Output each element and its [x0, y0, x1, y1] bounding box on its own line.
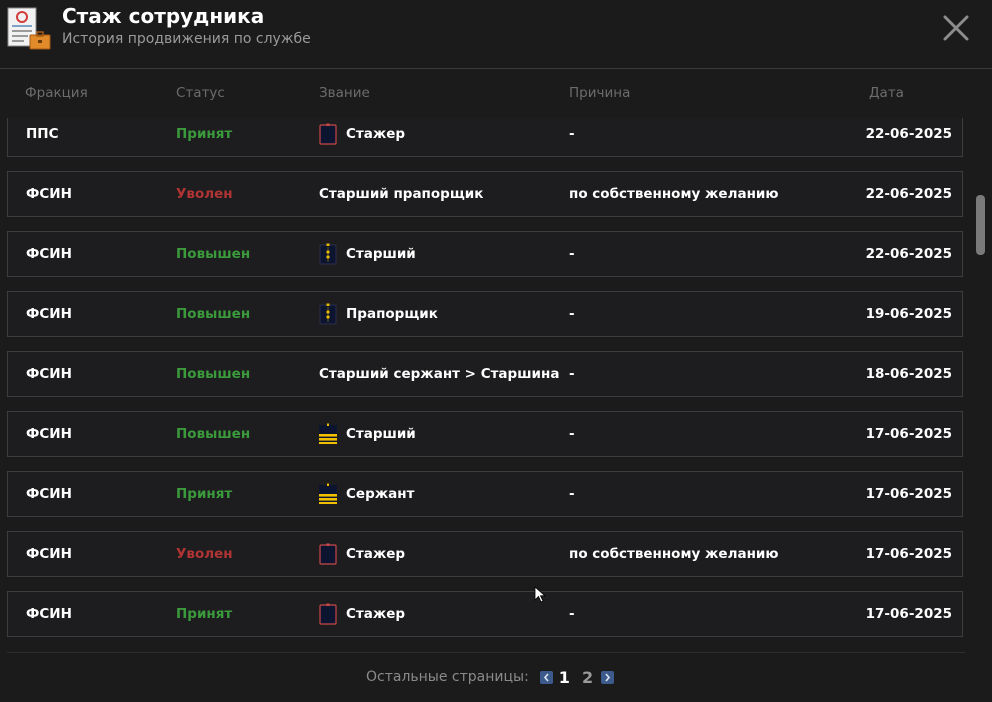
- date-cell: 22-06-2025: [865, 126, 952, 142]
- rank-cell: Старший сержант > Старшина: [319, 352, 559, 396]
- status-cell: Повышен: [176, 426, 251, 442]
- mouse-cursor-icon: [534, 586, 546, 603]
- table-row: ФСИН Повышен Прапорщик - 19-06-2025: [7, 291, 963, 337]
- status-cell: Повышен: [176, 246, 251, 262]
- rank-label: Старший прапорщик: [319, 186, 484, 202]
- table-row: ППС Принят Стажер - 22-06-2025: [7, 118, 963, 157]
- rank-label: Стажер: [346, 606, 406, 622]
- table-row: ФСИН Повышен Старший - 17-06-2025: [7, 411, 963, 457]
- date-cell: 22-06-2025: [865, 186, 952, 202]
- rank-cell: Стажер: [319, 118, 405, 156]
- document-briefcase-icon: [7, 7, 51, 50]
- page-title: Стаж сотрудника: [62, 4, 265, 28]
- status-cell: Повышен: [176, 366, 251, 382]
- table-row: ФСИН Уволен Старший прапорщик по собстве…: [7, 171, 963, 217]
- page-number-current[interactable]: 1: [559, 668, 570, 687]
- stripes-epaulette-icon: [319, 483, 337, 504]
- rank-cell: Прапорщик: [319, 292, 438, 336]
- date-cell: 17-06-2025: [865, 486, 952, 502]
- reason-cell: -: [569, 606, 575, 622]
- rank-label: Стажер: [346, 126, 406, 142]
- status-cell: Повышен: [176, 306, 251, 322]
- chevron-right-icon: [605, 672, 611, 682]
- next-page-button[interactable]: [601, 670, 615, 684]
- rank-label: Сержант: [346, 486, 415, 502]
- table-row: ФСИН Принят Сержант - 17-06-2025: [7, 471, 963, 517]
- modal-header: Стаж сотрудника История продвижения по с…: [0, 0, 992, 69]
- faction-cell: ФСИН: [26, 426, 72, 442]
- reason-cell: -: [569, 306, 575, 322]
- rank-cell: Старший: [319, 412, 416, 456]
- column-headers: Фракция Статус Звание Причина Дата: [0, 85, 992, 105]
- rank-cell: Стажер: [319, 592, 405, 636]
- faction-cell: ФСИН: [26, 366, 72, 382]
- page-number-2[interactable]: 2: [582, 668, 593, 687]
- date-cell: 17-06-2025: [865, 426, 952, 442]
- rank-cell: Сержант: [319, 472, 414, 516]
- faction-cell: ФСИН: [26, 186, 72, 202]
- footer-divider: [7, 652, 965, 653]
- star-epaulette-icon: [319, 303, 337, 325]
- date-cell: 18-06-2025: [865, 366, 952, 382]
- rank-cell: Стажер: [319, 532, 405, 576]
- rank-label: Старший сержант > Старшина: [319, 366, 560, 382]
- status-cell: Принят: [176, 486, 233, 502]
- pagination-label: Остальные страницы:: [366, 669, 529, 685]
- scrollbar-thumb[interactable]: [976, 195, 985, 255]
- status-cell: Уволен: [176, 546, 233, 562]
- date-cell: 17-06-2025: [865, 606, 952, 622]
- reason-cell: -: [569, 426, 575, 442]
- faction-cell: ППС: [26, 126, 59, 142]
- column-header-reason: Причина: [569, 85, 631, 101]
- rank-label: Прапорщик: [346, 306, 438, 322]
- history-list[interactable]: ППС Принят Стажер - 22-06-2025 ФСИН Увол…: [0, 118, 992, 652]
- trainee-epaulette-icon: [319, 603, 337, 625]
- faction-cell: ФСИН: [26, 246, 72, 262]
- rank-cell: Старший: [319, 232, 416, 276]
- close-icon[interactable]: [942, 14, 970, 42]
- reason-cell: по собственному желанию: [569, 546, 779, 562]
- table-row: ФСИН Повышен Старший сержант > Старшина …: [7, 351, 963, 397]
- page-subtitle: История продвижения по службе: [62, 31, 311, 47]
- faction-cell: ФСИН: [26, 606, 72, 622]
- reason-cell: -: [569, 126, 575, 142]
- faction-cell: ФСИН: [26, 306, 72, 322]
- rank-label: Старший: [346, 246, 416, 262]
- chevron-left-icon: [543, 672, 549, 682]
- table-row: ФСИН Принят Стажер - 17-06-2025: [7, 591, 963, 637]
- rank-label: Стажер: [346, 546, 406, 562]
- date-cell: 19-06-2025: [865, 306, 952, 322]
- faction-cell: ФСИН: [26, 486, 72, 502]
- reason-cell: -: [569, 486, 575, 502]
- stripes-epaulette-icon: [319, 423, 337, 444]
- column-header-faction: Фракция: [25, 85, 88, 101]
- rank-cell: Старший прапорщик: [319, 172, 483, 216]
- status-cell: Уволен: [176, 186, 233, 202]
- trainee-epaulette-icon: [319, 123, 337, 145]
- date-cell: 17-06-2025: [865, 546, 952, 562]
- pagination: Остальные страницы: 1 2: [366, 667, 615, 687]
- status-cell: Принят: [176, 606, 233, 622]
- column-header-rank: Звание: [319, 85, 370, 101]
- reason-cell: -: [569, 366, 575, 382]
- star-epaulette-icon: [319, 243, 337, 265]
- faction-cell: ФСИН: [26, 546, 72, 562]
- date-cell: 22-06-2025: [865, 246, 952, 262]
- table-row: ФСИН Уволен Стажер по собственному желан…: [7, 531, 963, 577]
- column-header-date: Дата: [869, 85, 904, 101]
- status-cell: Принят: [176, 126, 233, 142]
- column-header-status: Статус: [176, 85, 225, 101]
- prev-page-button[interactable]: [539, 670, 553, 684]
- trainee-epaulette-icon: [319, 543, 337, 565]
- reason-cell: по собственному желанию: [569, 186, 779, 202]
- rank-label: Старший: [346, 426, 416, 442]
- table-row: ФСИН Повышен Старший - 22-06-2025: [7, 231, 963, 277]
- reason-cell: -: [569, 246, 575, 262]
